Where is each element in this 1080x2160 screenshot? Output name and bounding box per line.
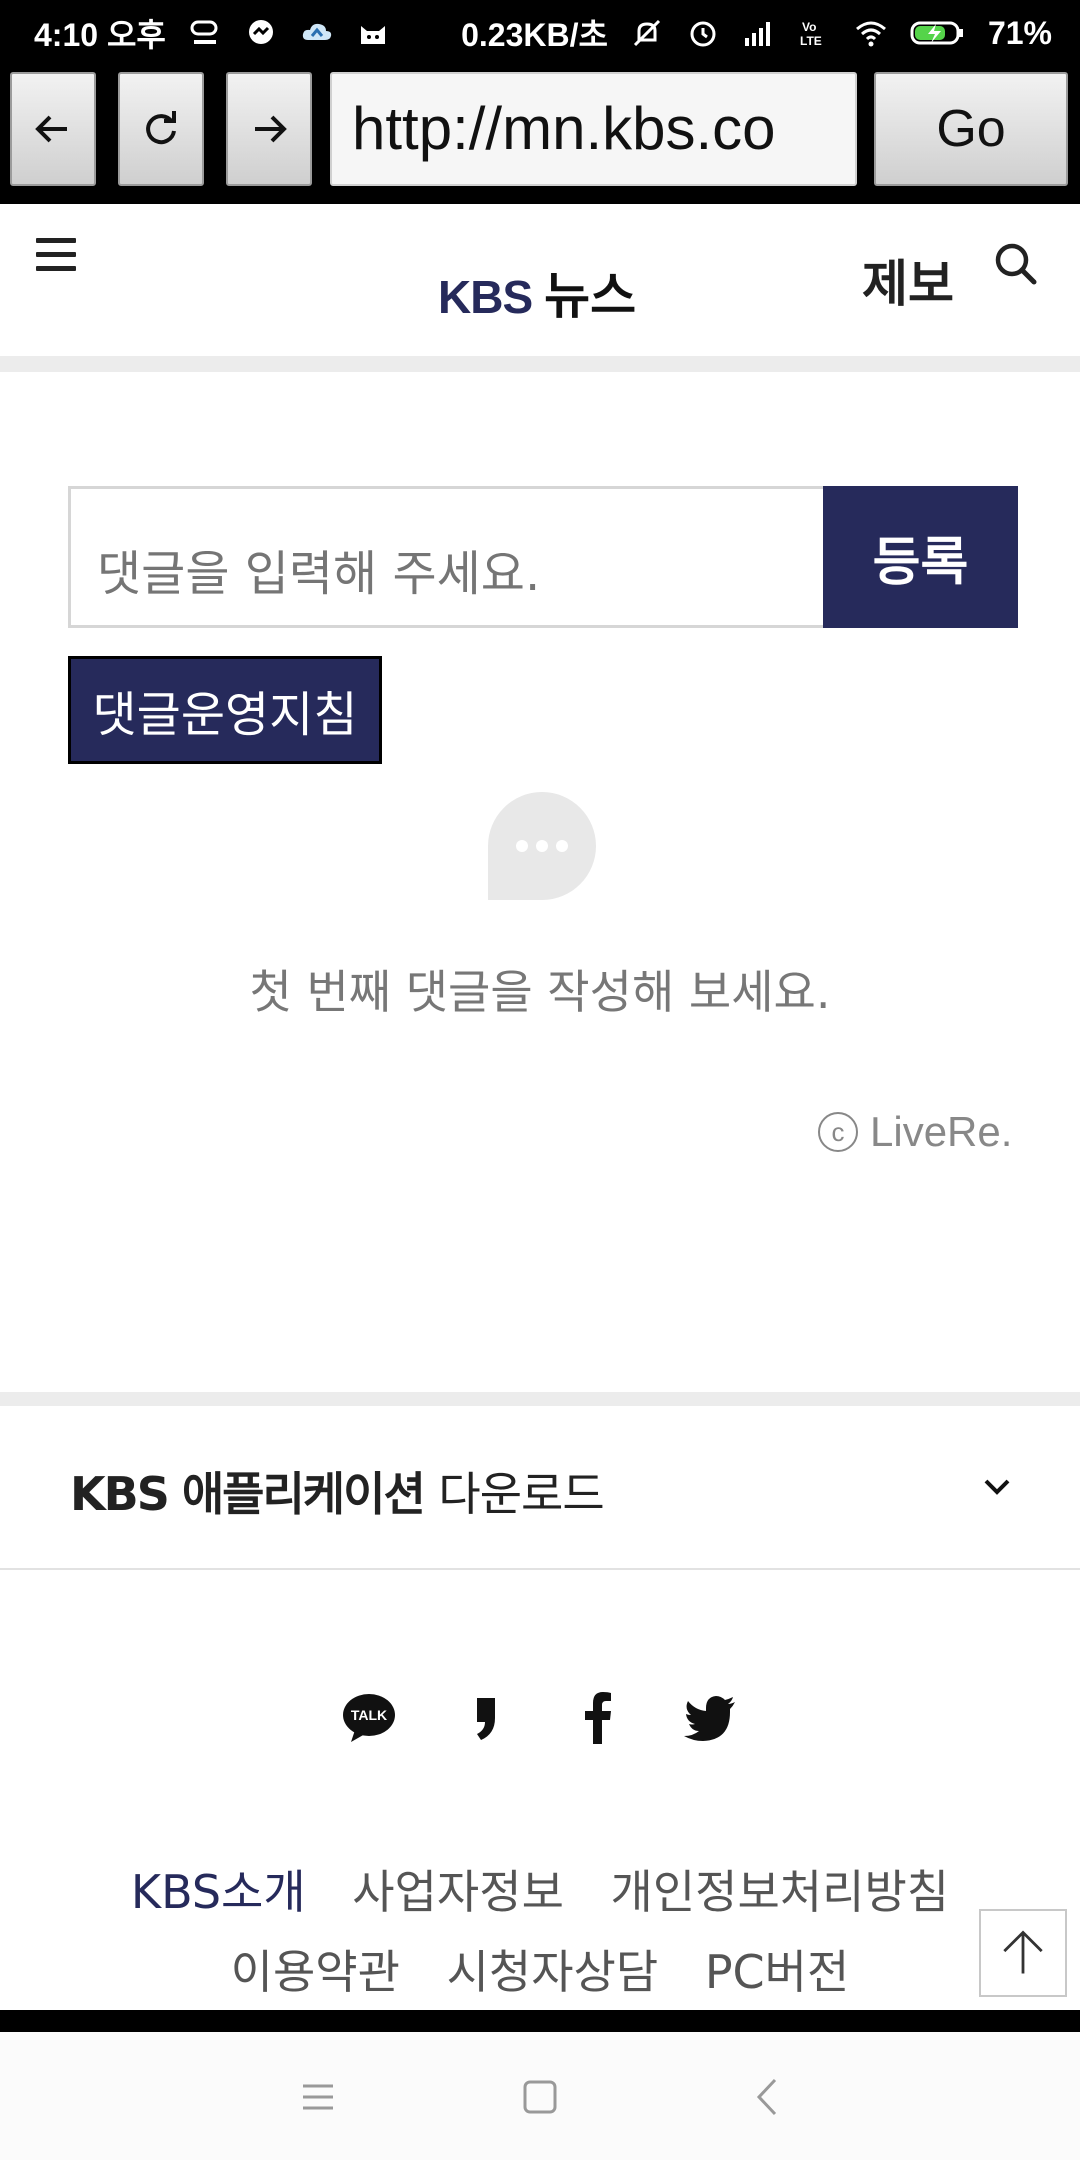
arrow-up-icon: [1003, 1930, 1043, 1974]
livere-label: LiveRe.: [870, 1108, 1013, 1155]
arrow-left-icon: [35, 115, 67, 143]
kakaotalk-icon-text: TALK: [351, 1707, 387, 1723]
home-icon[interactable]: [515, 2072, 565, 2122]
app-download-toggle[interactable]: KBS 애플리케이션 다운로드: [0, 1406, 1080, 1570]
footer-link-pc-version[interactable]: PC버전: [705, 1945, 850, 1999]
system-nav-bar: [0, 2032, 1080, 2160]
comment-input[interactable]: [71, 489, 819, 625]
url-field[interactable]: http://mn.kbs.co: [330, 72, 857, 186]
section-divider: [0, 1392, 1080, 1406]
comment-policy-button[interactable]: 댓글운영지침: [68, 656, 382, 764]
footer-link-business-info[interactable]: 사업자정보: [352, 1865, 564, 1919]
arrow-right-icon: [255, 115, 287, 143]
bottom-divider: [0, 2010, 1080, 2032]
kbs-news-logo[interactable]: KBS 뉴스: [438, 256, 636, 325]
copyright-icon: c: [818, 1112, 858, 1152]
cloud-icon: [300, 18, 334, 48]
back-icon[interactable]: [743, 2072, 793, 2122]
footer-links-row-1: KBS소개 사업자정보 개인정보처리방침: [0, 1856, 1080, 1922]
app-title-light: 다운로드: [438, 1467, 604, 1521]
kakaotalk-icon[interactable]: TALK: [339, 1688, 399, 1748]
no-comments-message: 첫 번째 댓글을 작성해 보세요.: [249, 965, 831, 1019]
battery-charging-icon: [910, 18, 966, 48]
svg-text:Vo: Vo: [802, 20, 816, 34]
app-title-bold: KBS 애플리케이션: [70, 1467, 426, 1521]
footer-link-privacy[interactable]: 개인정보처리방침: [611, 1865, 950, 1919]
back-button[interactable]: [10, 72, 96, 186]
footer-link-terms[interactable]: 이용약관: [231, 1945, 400, 1999]
menu-icon[interactable]: [36, 238, 76, 278]
logo-kbs-text: KBS: [438, 271, 533, 323]
carrier-logo-icon: [188, 18, 222, 48]
wifi-icon: [854, 18, 888, 48]
site-header: KBS 뉴스 제보: [0, 204, 1080, 358]
app-download-title: KBS 애플리케이션 다운로드: [70, 1458, 605, 1524]
cat-app-icon: [356, 18, 390, 48]
browser-toolbar: http://mn.kbs.co Go: [0, 66, 1080, 204]
chevron-down-icon: [984, 1479, 1010, 1495]
chat-bubble-icon: [486, 790, 598, 902]
svg-text:LTE: LTE: [800, 34, 822, 48]
network-speed: 0.23KB/초: [461, 17, 608, 53]
status-bar: 4:10 오후 0.23KB/초 Vo LTE 71%: [0, 0, 1080, 66]
volte-icon: Vo LTE: [798, 18, 832, 48]
signal-icon: [742, 18, 776, 48]
reload-button[interactable]: [118, 72, 204, 186]
kakaostory-icon[interactable]: [455, 1688, 515, 1748]
forward-button[interactable]: [226, 72, 312, 186]
mute-icon: [630, 18, 664, 48]
footer-link-viewer-support[interactable]: 시청자상담: [447, 1945, 659, 1999]
twitter-icon[interactable]: [681, 1688, 741, 1748]
search-icon[interactable]: [990, 238, 1042, 290]
scroll-to-top-button[interactable]: [979, 1909, 1067, 1997]
messenger-icon: [244, 18, 278, 48]
footer-links-row-2: 이용약관 시청자상담 PC버전: [0, 1936, 1080, 2002]
go-button[interactable]: Go: [874, 72, 1068, 186]
status-bar-left: 4:10 오후: [34, 10, 390, 56]
status-time: 4:10 오후: [34, 17, 166, 53]
logo-news-text: 뉴스: [544, 267, 637, 325]
battery-percent: 71%: [987, 14, 1052, 51]
footer-link-about[interactable]: KBS소개: [131, 1865, 306, 1919]
header-divider: [0, 356, 1080, 372]
comment-form: 등록: [68, 486, 1018, 628]
livere-link[interactable]: c LiveRe.: [818, 1108, 1012, 1156]
status-bar-right: 0.23KB/초 Vo LTE 71%: [461, 10, 1052, 56]
facebook-icon[interactable]: [568, 1688, 628, 1748]
refresh-icon: [146, 111, 176, 145]
report-button[interactable]: 제보: [862, 244, 954, 316]
alarm-icon: [686, 18, 720, 48]
recent-apps-icon[interactable]: [293, 2072, 343, 2122]
submit-comment-button[interactable]: 등록: [823, 486, 1018, 628]
